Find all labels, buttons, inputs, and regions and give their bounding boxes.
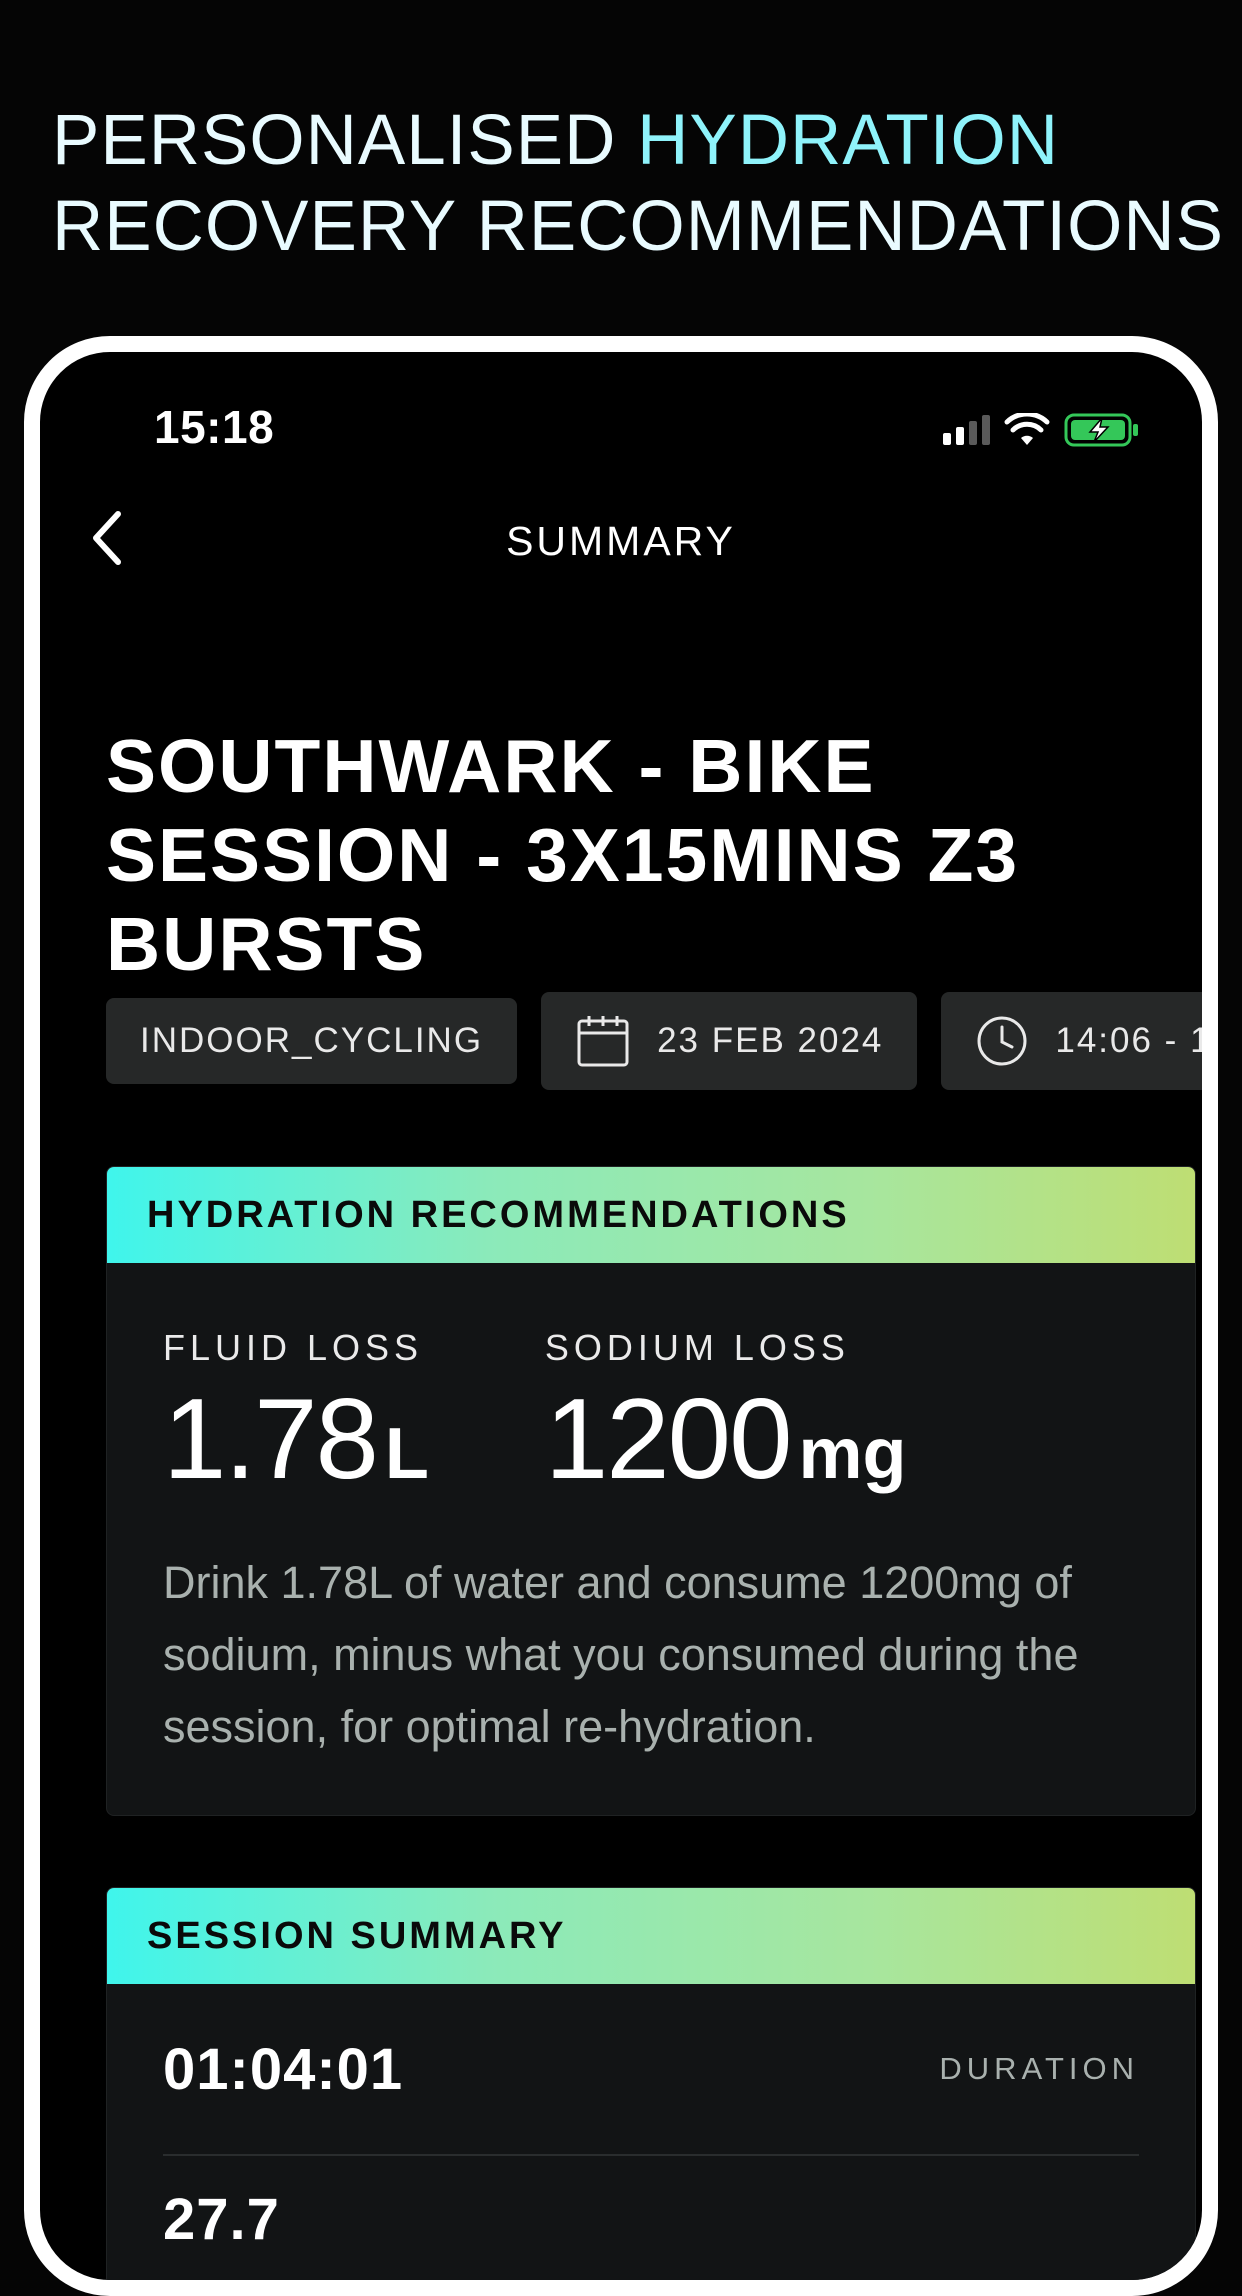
- promo-headline: PERSONALISED HYDRATION RECOVERY RECOMMEN…: [52, 98, 1224, 270]
- promo-line2: RECOVERY RECOMMENDATIONS: [52, 187, 1224, 266]
- hydration-card-header: HYDRATION RECOMMENDATIONS: [107, 1167, 1195, 1263]
- next-summary-value: 27.7: [163, 2187, 280, 2252]
- fluid-loss-value: 1.78: [163, 1376, 379, 1503]
- battery-charging-icon: [1064, 413, 1138, 447]
- nav-title: SUMMARY: [506, 518, 736, 564]
- activity-chip: INDOOR_CYCLING: [106, 998, 518, 1084]
- status-time: 15:18: [154, 401, 275, 453]
- sodium-loss-label: SODIUM LOSS: [544, 1327, 850, 1368]
- sodium-loss-metric: SODIUM LOSS 1200 mg: [545, 1327, 907, 1497]
- session-title: SOUTHWARK - BIKE SESSION - 3X15MINS Z3 B…: [106, 724, 1020, 986]
- hydration-metrics: FLUID LOSS 1.78 L SODIUM LOSS 1200 mg: [163, 1327, 1139, 1497]
- date-chip-label: 23 FEB 2024: [657, 1021, 884, 1060]
- status-icons: [943, 412, 1140, 448]
- session-summary-header: SESSION SUMMARY: [107, 1888, 1195, 1984]
- sodium-loss-unit: mg: [798, 1414, 907, 1494]
- date-chip: 23 FEB 2024: [541, 992, 918, 1090]
- time-chip: 14:06 - 15:10: [941, 992, 1212, 1090]
- fluid-loss-metric: FLUID LOSS 1.78 L: [163, 1327, 429, 1497]
- hydration-advice-text: Drink 1.78L of water and consume 1200mg …: [163, 1557, 1079, 1752]
- summary-row-partial: 27.7: [163, 2156, 1139, 2280]
- promo-line1-accent: HYDRATION: [637, 101, 1060, 180]
- sodium-loss-value: 1200: [544, 1376, 793, 1503]
- wifi-icon: [1004, 413, 1050, 445]
- fluid-loss-unit: L: [384, 1414, 429, 1494]
- duration-label: DURATION: [939, 2051, 1139, 2086]
- activity-chip-label: INDOOR_CYCLING: [140, 1021, 484, 1060]
- time-chip-label: 14:06 - 15:10: [1055, 1021, 1212, 1060]
- duration-row: 01:04:01 DURATION: [163, 1984, 1139, 2156]
- fluid-loss-label: FLUID LOSS: [163, 1327, 424, 1368]
- duration-value: 01:04:01: [163, 2036, 404, 2102]
- promo-line1-plain: PERSONALISED: [52, 101, 638, 180]
- clock-icon: [977, 1016, 1027, 1066]
- phone-frame: 15:18 SUMMARY SOUTHWARK - BIKE SESSION -…: [24, 336, 1218, 2296]
- cellular-signal-icon: [943, 415, 990, 445]
- session-summary-card: SESSION SUMMARY 01:04:01 DURATION 27.7: [106, 1887, 1196, 2280]
- calendar-icon: [577, 1016, 629, 1067]
- session-chips: INDOOR_CYCLING 23 FEB 2024 14:06 - 15:10: [106, 992, 1202, 1090]
- hydration-card: HYDRATION RECOMMENDATIONS FLUID LOSS 1.7…: [106, 1166, 1196, 1816]
